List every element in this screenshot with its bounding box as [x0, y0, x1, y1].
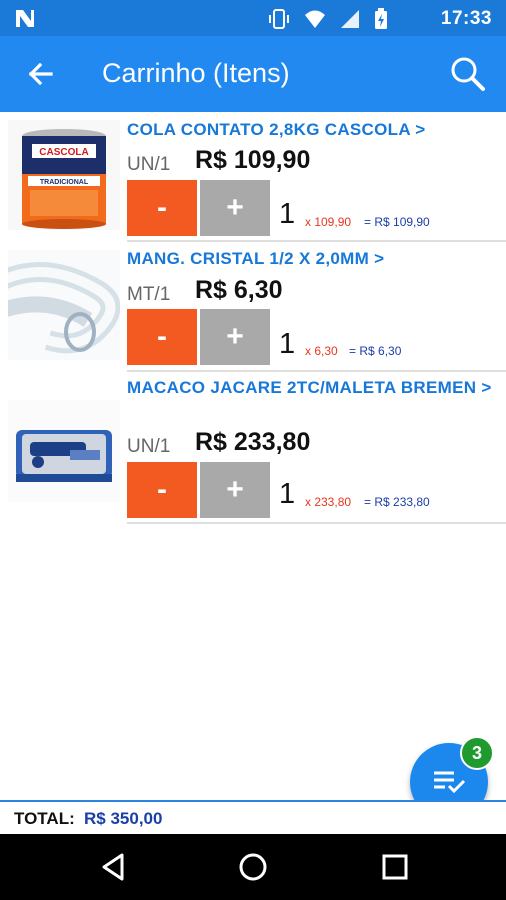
jack-case-image	[8, 400, 120, 502]
page-title: Carrinho (Itens)	[102, 58, 290, 88]
unit-price-calc: x 109,90	[305, 215, 352, 229]
cart-item: MANG. CRISTAL 1/2 X 2,0MM > MT/1 R$ 6,30…	[0, 242, 506, 372]
quantity-value: 1	[279, 478, 296, 510]
line-total: = R$ 233,80	[364, 495, 430, 509]
quantity-value: 1	[279, 328, 296, 360]
item-divider	[127, 522, 506, 524]
line-total: = R$ 109,90	[364, 215, 430, 229]
app-bar: Carrinho (Itens)	[0, 36, 506, 112]
signal-icon	[341, 10, 359, 28]
unit-price-calc: x 6,30	[305, 344, 338, 358]
product-name[interactable]: MANG. CRISTAL 1/2 X 2,0MM >	[127, 247, 498, 270]
nav-home-icon[interactable]	[237, 851, 269, 883]
line-total: = R$ 6,30	[349, 344, 402, 358]
product-name[interactable]: MACACO JACARE 2TC/MALETA BREMEN >	[127, 376, 498, 399]
nav-recents-icon[interactable]	[379, 851, 411, 883]
product-unit: UN/1	[127, 436, 171, 457]
item-count-badge: 3	[460, 736, 494, 770]
glue-can-image: CASCOLA TRADICIONAL	[8, 120, 120, 230]
decrease-quantity-button[interactable]: -	[127, 462, 197, 518]
can-brand-text: CASCOLA	[39, 147, 88, 158]
decrease-quantity-button[interactable]: -	[127, 309, 197, 365]
cart-item: MACACO JACARE 2TC/MALETA BREMEN > UN/1 R…	[0, 372, 506, 524]
product-unit: UN/1	[127, 154, 171, 175]
product-image[interactable]	[8, 250, 120, 360]
product-price: R$ 6,30	[195, 276, 283, 304]
status-bar: 17:33	[0, 0, 506, 36]
increase-quantity-button[interactable]: +	[200, 462, 270, 518]
status-icons	[268, 8, 388, 30]
cart-list: CASCOLA TRADICIONAL COLA CONTATO 2,8KG C…	[0, 112, 506, 524]
decrease-quantity-button[interactable]: -	[127, 180, 197, 236]
status-time: 17:33	[440, 8, 492, 29]
increase-quantity-button[interactable]: +	[200, 309, 270, 365]
total-bar: TOTAL: R$ 350,00	[0, 800, 506, 834]
system-nav-bar	[0, 834, 506, 900]
product-price: R$ 233,80	[195, 428, 311, 456]
wifi-icon	[305, 10, 325, 28]
product-name[interactable]: COLA CONTATO 2,8KG CASCOLA >	[127, 118, 498, 141]
clear-hose-image	[8, 250, 120, 360]
cart-item: CASCOLA TRADICIONAL COLA CONTATO 2,8KG C…	[0, 112, 506, 242]
increase-quantity-button[interactable]: +	[200, 180, 270, 236]
quantity-value: 1	[279, 198, 296, 230]
product-price: R$ 109,90	[195, 146, 311, 174]
search-icon[interactable]	[448, 54, 488, 94]
arrow-back-icon[interactable]	[22, 56, 58, 92]
product-image[interactable]: CASCOLA TRADICIONAL	[8, 120, 120, 230]
nav-back-icon[interactable]	[98, 851, 130, 883]
can-label-text: TRADICIONAL	[40, 179, 89, 186]
battery-charging-icon	[375, 8, 387, 29]
product-unit: MT/1	[127, 284, 171, 305]
product-image[interactable]	[8, 400, 120, 502]
checklist-icon	[434, 771, 466, 794]
n-logo-icon	[16, 10, 34, 27]
unit-price-calc: x 233,80	[305, 495, 352, 509]
total-label: TOTAL:	[14, 809, 75, 828]
vibrate-icon	[269, 9, 289, 29]
total-value: R$ 350,00	[84, 809, 163, 828]
